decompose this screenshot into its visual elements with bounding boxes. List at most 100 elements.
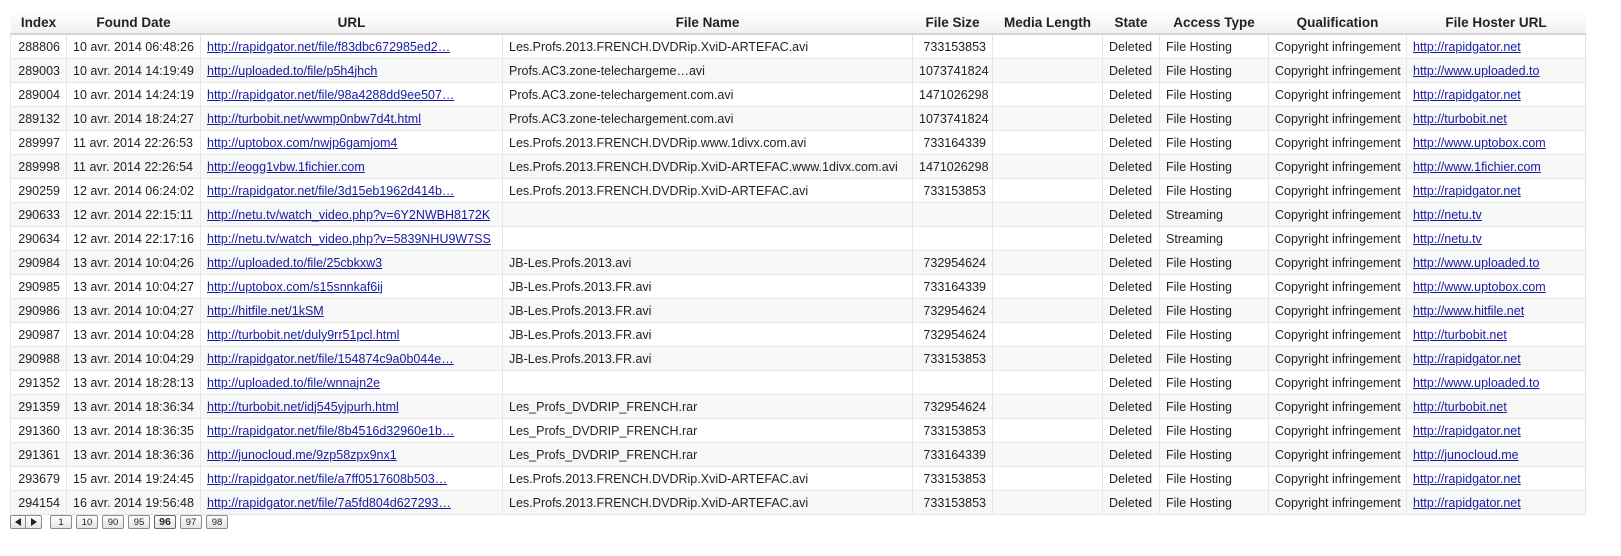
- cell-media-length: [992, 130, 1103, 155]
- page-button-97[interactable]: 97: [180, 515, 202, 529]
- cell-found-date: 10 avr. 2014 14:19:49: [66, 58, 201, 83]
- cell-url-link[interactable]: http://uploaded.to/file/25cbkxw3: [207, 256, 382, 270]
- cell-url-link[interactable]: http://rapidgator.net/file/f83dbc672985e…: [207, 40, 450, 54]
- column-header-found-date[interactable]: Found Date: [66, 11, 201, 35]
- cell-file-name: Profs.AC3.zone-telechargement.com.avi: [502, 82, 913, 107]
- cell-media-length: [992, 490, 1103, 515]
- cell-found-date: 12 avr. 2014 22:17:16: [66, 226, 201, 251]
- cell-index: 289997: [10, 130, 67, 155]
- pager-pages: 1 10 90 95 96 97 98: [50, 515, 228, 529]
- cell-url-link[interactable]: http://rapidgator.net/file/7a5fd804d6272…: [207, 496, 451, 510]
- cell-file-name: Profs.AC3.zone-telechargement.com.avi: [502, 106, 913, 131]
- cell-hoster-url-link[interactable]: http://rapidgator.net: [1413, 184, 1521, 198]
- cell-file-size: 1073741824: [912, 58, 993, 83]
- cell-access-type: File Hosting: [1159, 418, 1269, 443]
- cell-media-length: [992, 274, 1103, 299]
- cell-url-link[interactable]: http://netu.tv/watch_video.php?v=6Y2NWBH…: [207, 208, 490, 222]
- column-header-qualification[interactable]: Qualification: [1268, 11, 1407, 35]
- cell-qualification: Copyright infringement: [1268, 442, 1407, 467]
- cell-found-date: 13 avr. 2014 10:04:28: [66, 322, 201, 347]
- column-header-file-size[interactable]: File Size: [912, 11, 993, 35]
- cell-state: Deleted: [1102, 418, 1160, 443]
- cell-hoster-url: http://netu.tv: [1406, 202, 1586, 227]
- cell-url-link[interactable]: http://rapidgator.net/file/98a4288dd9ee5…: [207, 88, 454, 102]
- cell-url: http://rapidgator.net/file/f83dbc672985e…: [200, 33, 503, 59]
- cell-hoster-url-link[interactable]: http://www.uptobox.com: [1413, 280, 1546, 294]
- cell-file-size: [912, 226, 993, 251]
- column-header-media-length[interactable]: Media Length: [992, 11, 1103, 35]
- cell-url-link[interactable]: http://junocloud.me/9zp58zpx9nx1: [207, 448, 397, 462]
- page-button-10[interactable]: 10: [76, 515, 98, 529]
- page-button-96[interactable]: 96: [154, 515, 176, 529]
- cell-url: http://uploaded.to/file/p5h4jhch: [200, 58, 503, 83]
- cell-hoster-url-link[interactable]: http://netu.tv: [1413, 208, 1482, 222]
- cell-url-link[interactable]: http://eogg1vbw.1fichier.com: [207, 160, 365, 174]
- cell-hoster-url-link[interactable]: http://rapidgator.net: [1413, 40, 1521, 54]
- cell-hoster-url: http://turbobit.net: [1406, 106, 1586, 131]
- cell-url-link[interactable]: http://netu.tv/watch_video.php?v=5839NHU…: [207, 232, 491, 246]
- column-header-file-name[interactable]: File Name: [502, 11, 913, 35]
- cell-url: http://uploaded.to/file/25cbkxw3: [200, 250, 503, 275]
- column-header-access-type[interactable]: Access Type: [1159, 11, 1269, 35]
- cell-hoster-url-link[interactable]: http://www.uploaded.to: [1413, 376, 1539, 390]
- cell-hoster-url-link[interactable]: http://rapidgator.net: [1413, 88, 1521, 102]
- cell-hoster-url: http://www.uptobox.com: [1406, 274, 1586, 299]
- page-button-98[interactable]: 98: [206, 515, 228, 529]
- cell-found-date: 12 avr. 2014 22:15:11: [66, 202, 201, 227]
- column-header-url[interactable]: URL: [200, 11, 503, 35]
- cell-url-link[interactable]: http://rapidgator.net/file/154874c9a0b04…: [207, 352, 454, 366]
- cell-url: http://rapidgator.net/file/a7ff0517608b5…: [200, 466, 503, 491]
- cell-access-type: File Hosting: [1159, 178, 1269, 203]
- cell-hoster-url-link[interactable]: http://netu.tv: [1413, 232, 1482, 246]
- cell-url-link[interactable]: http://uptobox.com/nwjp6gamjom4: [207, 136, 397, 150]
- cell-hoster-url-link[interactable]: http://www.uptobox.com: [1413, 136, 1546, 150]
- cell-file-name: Les.Profs.2013.FRENCH.DVDRip.XviD-ARTEFA…: [502, 178, 913, 203]
- cell-hoster-url-link[interactable]: http://turbobit.net: [1413, 112, 1507, 126]
- cell-hoster-url-link[interactable]: http://www.1fichier.com: [1413, 160, 1541, 174]
- cell-file-size: 733153853: [912, 466, 993, 491]
- cell-hoster-url-link[interactable]: http://rapidgator.net: [1413, 472, 1521, 486]
- next-page-button[interactable]: [26, 515, 42, 529]
- cell-file-name: Les_Profs_DVDRIP_FRENCH.rar: [502, 442, 913, 467]
- table-body: 288806 10 avr. 2014 06:48:26 http://rapidg…: [10, 33, 1586, 515]
- cell-url-link[interactable]: http://uploaded.to/file/p5h4jhch: [207, 64, 377, 78]
- cell-file-size: 733153853: [912, 346, 993, 371]
- cell-hoster-url-link[interactable]: http://www.uploaded.to: [1413, 64, 1539, 78]
- cell-hoster-url-link[interactable]: http://rapidgator.net: [1413, 424, 1521, 438]
- table-row: 289003 10 avr. 2014 14:19:49 http://upload…: [10, 58, 1586, 83]
- cell-media-length: [992, 82, 1103, 107]
- cell-hoster-url-link[interactable]: http://rapidgator.net: [1413, 352, 1521, 366]
- cell-url-link[interactable]: http://uploaded.to/file/wnnajn2e: [207, 376, 380, 390]
- cell-access-type: Streaming: [1159, 226, 1269, 251]
- column-header-state[interactable]: State: [1102, 11, 1160, 35]
- cell-hoster-url-link[interactable]: http://rapidgator.net: [1413, 496, 1521, 510]
- cell-url-link[interactable]: http://turbobit.net/wwmp0nbw7d4t.html: [207, 112, 421, 126]
- cell-media-length: [992, 202, 1103, 227]
- cell-hoster-url-link[interactable]: http://www.hitfile.net: [1413, 304, 1524, 318]
- cell-hoster-url-link[interactable]: http://turbobit.net: [1413, 400, 1507, 414]
- table-row: 289997 11 avr. 2014 22:26:53 http://uptobo…: [10, 130, 1586, 155]
- previous-page-button[interactable]: [10, 515, 26, 529]
- cell-hoster-url-link[interactable]: http://turbobit.net: [1413, 328, 1507, 342]
- cell-hoster-url-link[interactable]: http://www.uploaded.to: [1413, 256, 1539, 270]
- column-header-index[interactable]: Index: [10, 11, 67, 35]
- cell-url-link[interactable]: http://uptobox.com/s15snnkaf6ij: [207, 280, 383, 294]
- cell-url-link[interactable]: http://rapidgator.net/file/3d15eb1962d41…: [207, 184, 454, 198]
- cell-found-date: 13 avr. 2014 18:36:36: [66, 442, 201, 467]
- page-button-1[interactable]: 1: [50, 515, 72, 529]
- cell-url-link[interactable]: http://hitfile.net/1kSM: [207, 304, 324, 318]
- page-button-95[interactable]: 95: [128, 515, 150, 529]
- cell-url-link[interactable]: http://rapidgator.net/file/a7ff0517608b5…: [207, 472, 447, 486]
- column-header-file-hoster-url[interactable]: File Hoster URL: [1406, 11, 1586, 35]
- cell-hoster-url-link[interactable]: http://junocloud.me: [1413, 448, 1519, 462]
- cell-url-link[interactable]: http://turbobit.net/duly9rr51pcl.html: [207, 328, 399, 342]
- cell-access-type: File Hosting: [1159, 394, 1269, 419]
- cell-index: 294154: [10, 490, 67, 515]
- cell-access-type: File Hosting: [1159, 466, 1269, 491]
- cell-url-link[interactable]: http://rapidgator.net/file/8b4516d32960e…: [207, 424, 454, 438]
- cell-access-type: File Hosting: [1159, 58, 1269, 83]
- cell-index: 290259: [10, 178, 67, 203]
- cell-found-date: 13 avr. 2014 10:04:26: [66, 250, 201, 275]
- page-button-90[interactable]: 90: [102, 515, 124, 529]
- cell-url-link[interactable]: http://turbobit.net/idj545yjpurh.html: [207, 400, 399, 414]
